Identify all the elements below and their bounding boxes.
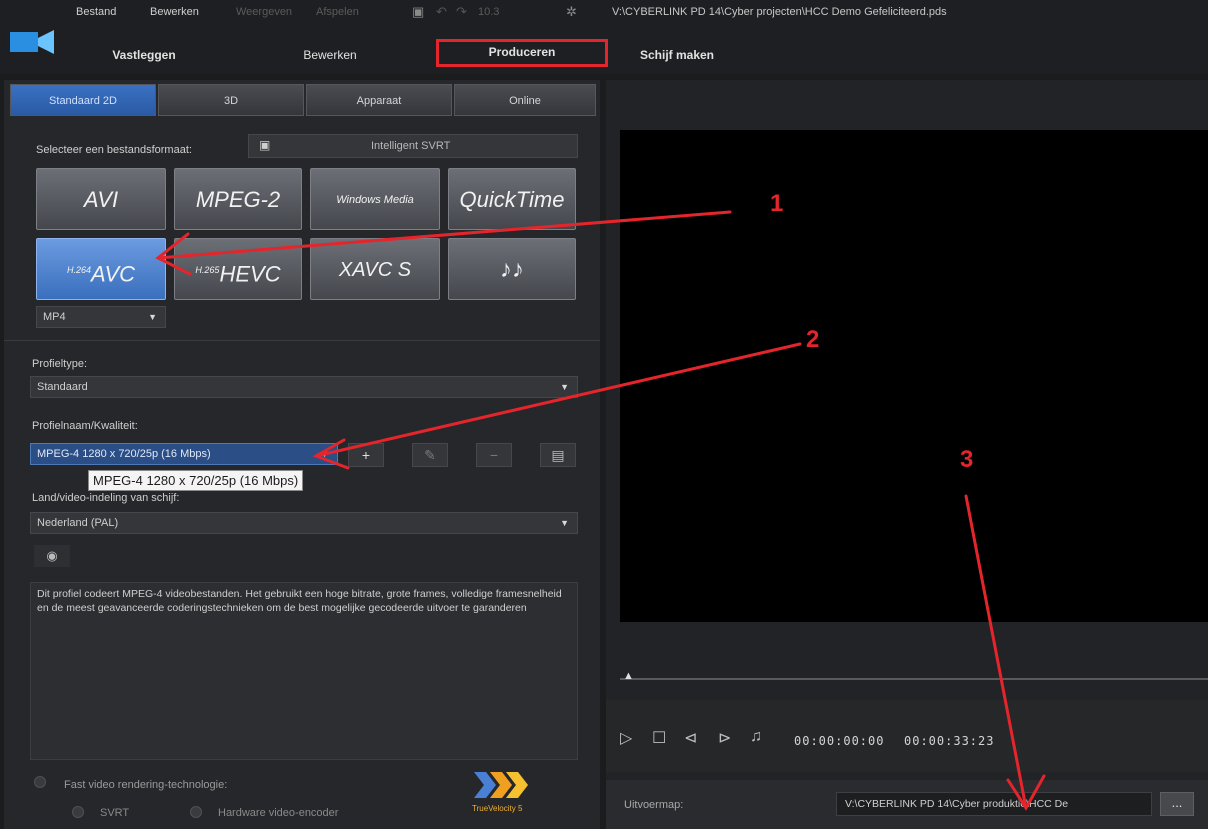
annotation-number-1: 1 bbox=[770, 190, 784, 217]
annotation-overlay bbox=[155, 210, 1046, 811]
annotation-arrow-3 bbox=[964, 494, 1028, 810]
annotation-arrowhead-1 bbox=[155, 232, 192, 276]
annotation-number-3: 3 bbox=[960, 446, 974, 473]
annotation-arrow-1 bbox=[156, 210, 732, 260]
annotation-arrowhead-2 bbox=[312, 438, 350, 470]
annotation-arrow-2 bbox=[314, 342, 802, 458]
annotation-number-2: 2 bbox=[806, 326, 820, 353]
